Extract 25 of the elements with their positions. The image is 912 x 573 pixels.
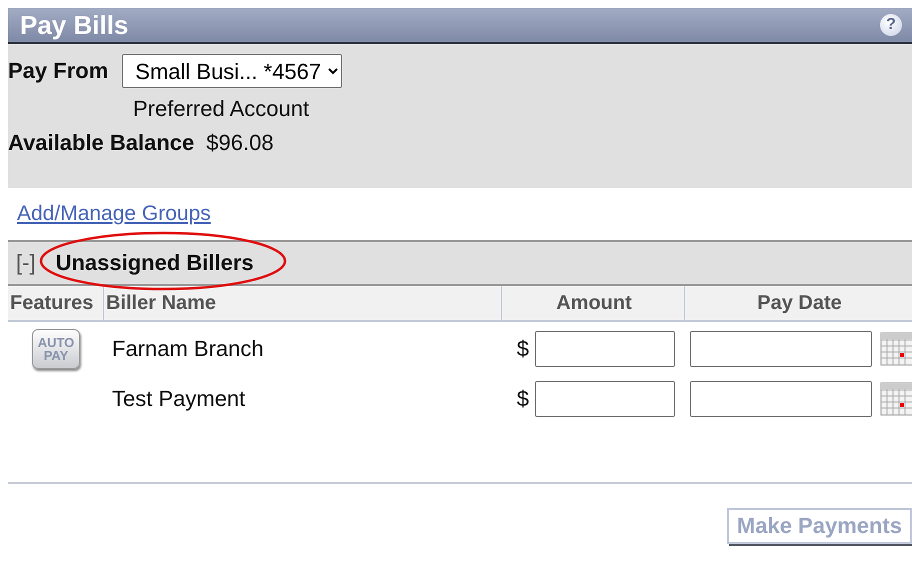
calendar-icon[interactable] xyxy=(880,332,912,366)
account-dropdown[interactable]: Small Busi... *4567 xyxy=(122,54,342,88)
account-note: Preferred Account xyxy=(133,96,310,122)
biller-name: Farnam Branch xyxy=(111,336,265,362)
column-header: Biller Name xyxy=(104,286,502,320)
column-header: Pay Date xyxy=(756,290,843,316)
help-icon[interactable]: ? xyxy=(880,14,902,36)
pay-date-field[interactable] xyxy=(690,381,872,417)
amount-field[interactable] xyxy=(535,381,675,417)
autopay-icon: AUTO PAY xyxy=(32,329,80,369)
currency-symbol: $ xyxy=(516,386,529,412)
biller-name: Test Payment xyxy=(111,386,246,412)
balance-value: $96.08 xyxy=(206,130,274,156)
column-header: Amount xyxy=(502,286,685,320)
group-title: Unassigned Billers xyxy=(56,250,254,276)
balance-label: Available Balance xyxy=(8,130,194,156)
column-header: Features xyxy=(8,286,104,320)
pay-from-label: Pay From xyxy=(8,58,108,84)
pay-date-field[interactable] xyxy=(690,331,872,367)
amount-field[interactable] xyxy=(535,331,675,367)
page-title: Pay Bills xyxy=(20,10,128,40)
calendar-icon[interactable] xyxy=(880,382,912,416)
manage-groups-link[interactable]: Add/Manage Groups xyxy=(17,202,211,232)
currency-symbol: $ xyxy=(516,336,529,362)
collapse-toggle[interactable]: [-] xyxy=(16,250,36,276)
